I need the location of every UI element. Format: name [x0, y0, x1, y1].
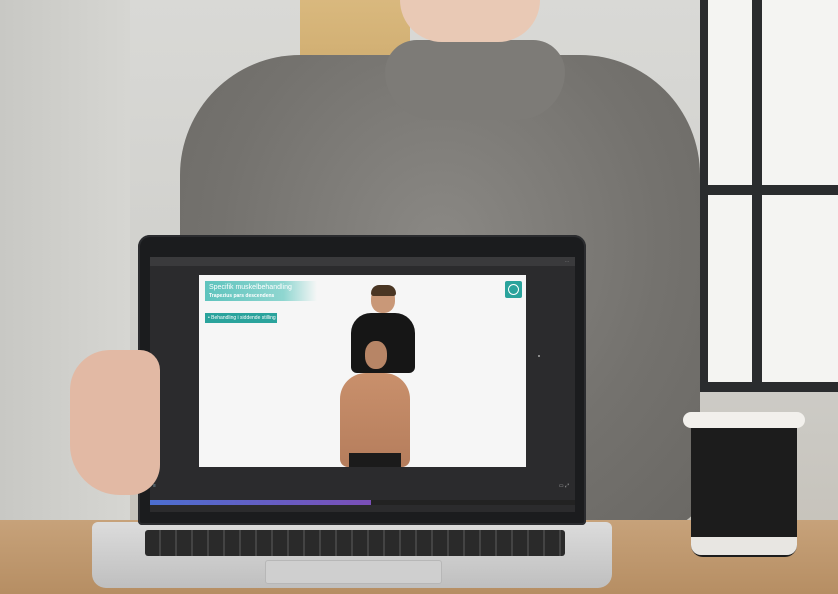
laptop-screen: ⋯ Specifik muskelbehandling Trapezius pa… [150, 257, 575, 512]
laptop-keyboard [145, 530, 565, 556]
lambda-logo-icon [505, 281, 522, 298]
cup-band [691, 537, 797, 555]
cup-lid [683, 412, 805, 428]
browser-url[interactable] [164, 259, 464, 264]
progress-fill [150, 500, 371, 505]
window-frame [700, 185, 838, 195]
video-subtitle: Trapezius pars descendens [209, 293, 275, 299]
window-frame [752, 0, 762, 392]
woman-chin [400, 0, 540, 42]
mouse-cursor [538, 355, 540, 357]
window-frame [700, 382, 838, 392]
progress-bar[interactable] [150, 500, 575, 505]
window-frame [700, 0, 708, 392]
therapist-hair [371, 285, 396, 296]
browser-bar: ⋯ [150, 257, 575, 266]
chapter-tag[interactable]: • Behandling i siddende stilling [205, 313, 277, 323]
video-title-box: Specifik muskelbehandling Trapezius pars… [205, 281, 317, 301]
browser-menu-icon[interactable]: ⋯ [565, 259, 569, 264]
video-title: Specifik muskelbehandling [209, 284, 292, 291]
coffee-cup [683, 412, 805, 557]
menu-icon[interactable]: ≡ [153, 483, 156, 489]
fullscreen-icon[interactable]: ▭ ⤢ [559, 483, 569, 489]
background-window [700, 0, 838, 392]
woman-turtleneck [385, 40, 565, 120]
video-frame[interactable]: Specifik muskelbehandling Trapezius pars… [199, 275, 526, 467]
logo-ring [508, 284, 519, 295]
player-controls: ≡ ▭ ⤢ [150, 479, 575, 499]
woman-hand [70, 350, 160, 495]
patient-head [365, 341, 387, 369]
laptop-trackpad [265, 560, 442, 584]
patient-pants [349, 453, 401, 467]
